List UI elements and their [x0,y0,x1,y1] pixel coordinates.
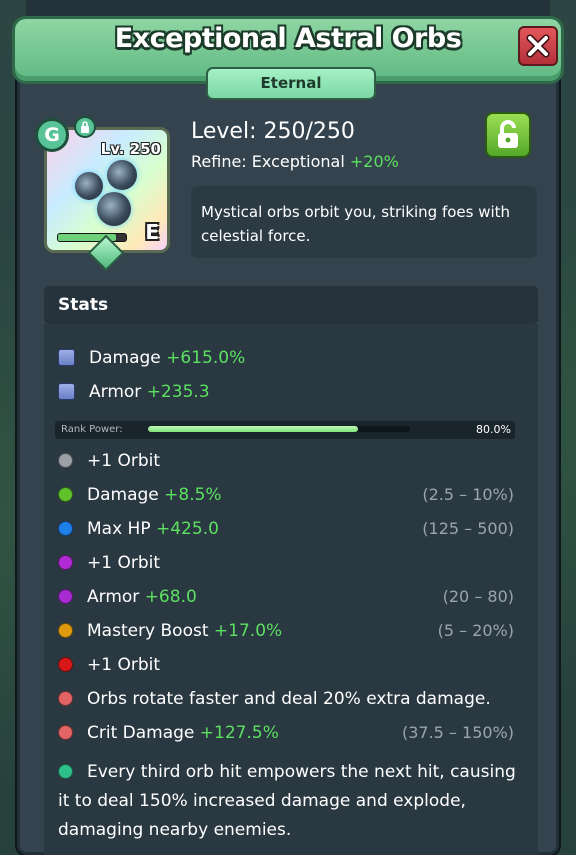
ability-dot [58,764,73,779]
small-lock-icon [74,116,96,138]
stat-roll-range: (5 – 20%) [437,621,514,640]
stat-roll-name: +1 Orbit [87,553,161,573]
stat-roll-value: +425.0 [156,519,219,539]
stat-roll-name: Orbs rotate faster and deal 20% extra da… [87,689,491,709]
refine-text: Refine: Exceptional +20% [191,152,399,171]
stat-roll-row: +1 Orbit [58,551,160,575]
rank-power-bar: Rank Power: 80.0% [55,421,515,439]
rank-power-track [148,426,410,432]
orb-image [107,160,137,190]
close-x-icon [526,34,550,58]
stat-roll-dot [58,487,73,502]
stat-roll-name: Armor [87,587,140,607]
stat-roll-name: Crit Damage [87,723,195,743]
rank-power-value: 80.0% [476,423,511,436]
ability-row: Every third orb hit empowers the next hi… [58,758,528,845]
lock-button[interactable] [485,112,531,158]
stat-roll-dot [58,725,73,740]
stat-roll-row: Max HP +425.0 [58,517,219,541]
orb-image [97,192,131,226]
tier-letter: E [145,220,159,244]
base-stat-armor: Armor +235.3 [58,380,210,404]
rank-power-label: Rank Power: [61,424,123,435]
stats-heading: Stats [44,286,538,324]
padlock-icon [498,120,518,148]
stat-roll-dot [58,623,73,638]
stat-roll-row: +1 Orbit [58,449,160,473]
stat-roll-row: +1 Orbit [58,653,160,677]
stat-roll-dot [58,589,73,604]
close-button[interactable] [518,26,558,66]
stat-roll-value: +68.0 [144,587,197,607]
stat-roll-row: Armor +68.0 [58,585,197,609]
ability-text: Every third orb hit empowers the next hi… [58,762,516,840]
rarity-label: Eternal [206,67,376,100]
stat-roll-dot [58,555,73,570]
stat-roll-name: Mastery Boost [87,621,209,641]
base-stat-icon [58,349,75,366]
stat-roll-range: (37.5 – 150%) [401,723,514,742]
stat-roll-name: +1 Orbit [87,451,161,471]
stat-roll-row: Damage +8.5% [58,483,222,507]
stat-roll-name: Damage [87,485,159,505]
item-level-badge: Lv. 250 [100,140,161,158]
orb-image [75,172,103,200]
g-badge-icon: G [35,118,69,152]
stat-roll-value: +17.0% [213,621,283,641]
stat-roll-row: Orbs rotate faster and deal 20% extra da… [58,687,491,711]
stat-roll-name: Max HP [87,519,151,539]
stat-roll-range: (2.5 – 10%) [422,485,514,504]
stat-roll-range: (125 – 500) [422,519,514,538]
rank-power-fill [148,426,358,432]
item-description: Mystical orbs orbit you, striking foes w… [191,186,537,258]
refine-bonus: +20% [349,152,399,171]
stat-roll-row: Mastery Boost +17.0% [58,619,282,643]
stat-roll-dot [58,453,73,468]
stat-roll-name: +1 Orbit [87,655,161,675]
base-stat-icon [58,383,75,400]
refine-label: Refine: Exceptional [191,152,345,171]
stat-roll-value: +127.5% [199,723,279,743]
stat-roll-dot [58,657,73,672]
base-stat-damage: Damage +615.0% [58,346,245,370]
stat-roll-dot [58,521,73,536]
level-text: Level: 250/250 [191,119,355,144]
stat-roll-dot [58,691,73,706]
stat-roll-row: Crit Damage +127.5% [58,721,279,745]
item-title: Exceptional Astral Orbs [114,23,462,54]
stat-roll-range: (20 – 80) [442,587,514,606]
stat-roll-value: +8.5% [164,485,222,505]
item-progress-bar [57,233,127,242]
